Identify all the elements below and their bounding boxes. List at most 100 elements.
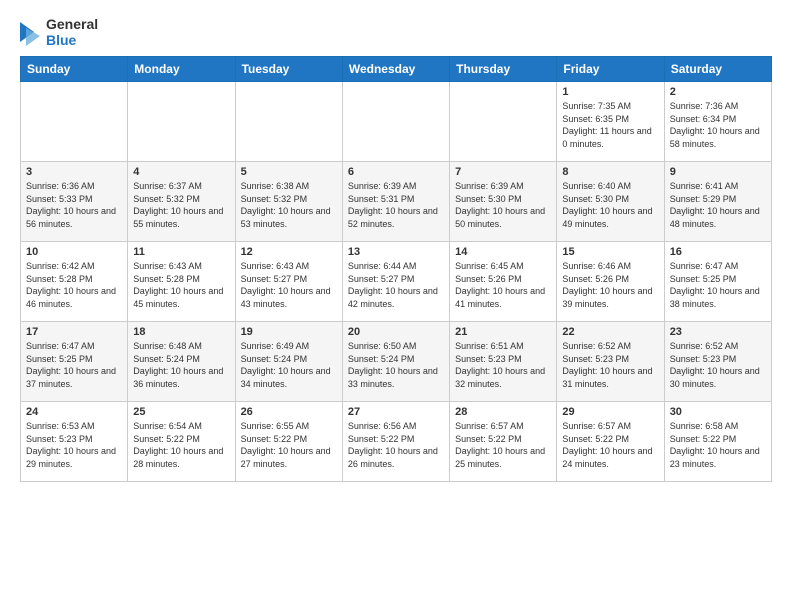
day-info: Sunrise: 6:55 AM Sunset: 5:22 PM Dayligh… — [241, 420, 337, 470]
calendar-cell: 3Sunrise: 6:36 AM Sunset: 5:33 PM Daylig… — [21, 162, 128, 242]
day-info: Sunrise: 6:51 AM Sunset: 5:23 PM Dayligh… — [455, 340, 551, 390]
day-number: 23 — [670, 326, 766, 338]
calendar-cell: 29 Sunrise: 6:57 AM Sunset: 5:22 PM Dayli… — [557, 402, 664, 482]
calendar-cell: 28 Sunrise: 6:57 AM Sunset: 5:22 PM Dayli… — [450, 402, 557, 482]
calendar-cell: 26 Sunrise: 6:55 AM Sunset: 5:22 PM Dayli… — [235, 402, 342, 482]
logo-blue-text: Blue — [46, 32, 98, 48]
weekday-header-thursday: Thursday — [450, 57, 557, 82]
day-number: 2 — [670, 86, 766, 98]
day-number: 19 — [241, 326, 337, 338]
day-info: Sunrise: 6:40 AM Sunset: 5:30 PM Dayligh… — [562, 180, 658, 230]
calendar-cell: 15Sunrise: 6:46 AM Sunset: 5:26 PM Dayli… — [557, 242, 664, 322]
calendar-cell: 17 Sunrise: 6:47 AM Sunset: 5:25 PM Dayli… — [21, 322, 128, 402]
day-number: 22 — [562, 326, 658, 338]
day-number: 12 — [241, 246, 337, 258]
calendar-cell: 21 Sunrise: 6:51 AM Sunset: 5:23 PM Dayli… — [450, 322, 557, 402]
weekday-header-wednesday: Wednesday — [342, 57, 449, 82]
calendar-cell: 16 Sunrise: 6:47 AM Sunset: 5:25 PM Dayli… — [664, 242, 771, 322]
calendar-cell: 6Sunrise: 6:39 AM Sunset: 5:31 PM Daylig… — [342, 162, 449, 242]
day-info: Sunrise: 6:45 AM Sunset: 5:26 PM Dayligh… — [455, 260, 551, 310]
day-number: 29 — [562, 406, 658, 418]
calendar-cell: 12 Sunrise: 6:43 AM Sunset: 5:27 PM Dayli… — [235, 242, 342, 322]
day-number: 7 — [455, 166, 551, 178]
calendar: SundayMondayTuesdayWednesdayThursdayFrid… — [20, 56, 772, 482]
calendar-cell: 9 Sunrise: 6:41 AM Sunset: 5:29 PM Daylig… — [664, 162, 771, 242]
calendar-cell: 20Sunrise: 6:50 AM Sunset: 5:24 PM Dayli… — [342, 322, 449, 402]
calendar-week-row: 24 Sunrise: 6:53 AM Sunset: 5:23 PM Dayli… — [21, 402, 772, 482]
day-info: Sunrise: 6:36 AM Sunset: 5:33 PM Dayligh… — [26, 180, 122, 230]
calendar-cell: 5Sunrise: 6:38 AM Sunset: 5:32 PM Daylig… — [235, 162, 342, 242]
day-number: 18 — [133, 326, 229, 338]
weekday-header-saturday: Saturday — [664, 57, 771, 82]
day-number: 4 — [133, 166, 229, 178]
calendar-cell: 13Sunrise: 6:44 AM Sunset: 5:27 PM Dayli… — [342, 242, 449, 322]
day-number: 17 — [26, 326, 122, 338]
day-info: Sunrise: 6:47 AM Sunset: 5:25 PM Dayligh… — [26, 340, 122, 390]
day-number: 1 — [562, 86, 658, 98]
day-info: Sunrise: 7:36 AM Sunset: 6:34 PM Dayligh… — [670, 100, 766, 150]
calendar-cell: 25 Sunrise: 6:54 AM Sunset: 5:22 PM Dayli… — [128, 402, 235, 482]
day-number: 24 — [26, 406, 122, 418]
day-info: Sunrise: 6:57 AM Sunset: 5:22 PM Dayligh… — [455, 420, 551, 470]
day-info: Sunrise: 6:54 AM Sunset: 5:22 PM Dayligh… — [133, 420, 229, 470]
calendar-cell — [128, 82, 235, 162]
calendar-cell: 2 Sunrise: 7:36 AM Sunset: 6:34 PM Daylig… — [664, 82, 771, 162]
calendar-cell: 11 Sunrise: 6:43 AM Sunset: 5:28 PM Dayli… — [128, 242, 235, 322]
weekday-header-friday: Friday — [557, 57, 664, 82]
day-number: 9 — [670, 166, 766, 178]
page: General Blue SundayMondayTuesdayWednesda… — [0, 0, 792, 498]
day-number: 5 — [241, 166, 337, 178]
day-info: Sunrise: 6:43 AM Sunset: 5:28 PM Dayligh… — [133, 260, 229, 310]
logo-triangle-icon — [20, 18, 42, 46]
day-info: Sunrise: 6:46 AM Sunset: 5:26 PM Dayligh… — [562, 260, 658, 310]
calendar-cell: 10 Sunrise: 6:42 AM Sunset: 5:28 PM Dayli… — [21, 242, 128, 322]
calendar-week-row: 1 Sunrise: 7:35 AM Sunset: 6:35 PM Daylig… — [21, 82, 772, 162]
calendar-cell: 24 Sunrise: 6:53 AM Sunset: 5:23 PM Dayli… — [21, 402, 128, 482]
calendar-cell: 4 Sunrise: 6:37 AM Sunset: 5:32 PM Daylig… — [128, 162, 235, 242]
day-number: 26 — [241, 406, 337, 418]
day-info: Sunrise: 6:47 AM Sunset: 5:25 PM Dayligh… — [670, 260, 766, 310]
day-info: Sunrise: 6:57 AM Sunset: 5:22 PM Dayligh… — [562, 420, 658, 470]
day-number: 16 — [670, 246, 766, 258]
day-info: Sunrise: 6:58 AM Sunset: 5:22 PM Dayligh… — [670, 420, 766, 470]
day-info: Sunrise: 7:35 AM Sunset: 6:35 PM Dayligh… — [562, 100, 658, 150]
day-number: 11 — [133, 246, 229, 258]
day-number: 14 — [455, 246, 551, 258]
calendar-cell: 23Sunrise: 6:52 AM Sunset: 5:23 PM Dayli… — [664, 322, 771, 402]
day-info: Sunrise: 6:37 AM Sunset: 5:32 PM Dayligh… — [133, 180, 229, 230]
calendar-week-row: 10 Sunrise: 6:42 AM Sunset: 5:28 PM Dayli… — [21, 242, 772, 322]
day-number: 8 — [562, 166, 658, 178]
weekday-header-tuesday: Tuesday — [235, 57, 342, 82]
day-info: Sunrise: 6:52 AM Sunset: 5:23 PM Dayligh… — [562, 340, 658, 390]
logo-container: General Blue — [20, 16, 98, 48]
day-number: 6 — [348, 166, 444, 178]
calendar-cell: 8 Sunrise: 6:40 AM Sunset: 5:30 PM Daylig… — [557, 162, 664, 242]
day-info: Sunrise: 6:43 AM Sunset: 5:27 PM Dayligh… — [241, 260, 337, 310]
day-number: 10 — [26, 246, 122, 258]
calendar-cell: 14 Sunrise: 6:45 AM Sunset: 5:26 PM Dayli… — [450, 242, 557, 322]
day-number: 27 — [348, 406, 444, 418]
weekday-header-sunday: Sunday — [21, 57, 128, 82]
calendar-cell: 27Sunrise: 6:56 AM Sunset: 5:22 PM Dayli… — [342, 402, 449, 482]
day-number: 21 — [455, 326, 551, 338]
day-info: Sunrise: 6:53 AM Sunset: 5:23 PM Dayligh… — [26, 420, 122, 470]
logo-general-text: General — [46, 16, 98, 32]
day-info: Sunrise: 6:49 AM Sunset: 5:24 PM Dayligh… — [241, 340, 337, 390]
day-number: 30 — [670, 406, 766, 418]
day-info: Sunrise: 6:48 AM Sunset: 5:24 PM Dayligh… — [133, 340, 229, 390]
calendar-cell: 7 Sunrise: 6:39 AM Sunset: 5:30 PM Daylig… — [450, 162, 557, 242]
day-number: 20 — [348, 326, 444, 338]
calendar-cell — [21, 82, 128, 162]
day-number: 28 — [455, 406, 551, 418]
weekday-header-monday: Monday — [128, 57, 235, 82]
calendar-cell — [450, 82, 557, 162]
calendar-cell: 30 Sunrise: 6:58 AM Sunset: 5:22 PM Dayli… — [664, 402, 771, 482]
calendar-week-row: 3Sunrise: 6:36 AM Sunset: 5:33 PM Daylig… — [21, 162, 772, 242]
day-info: Sunrise: 6:41 AM Sunset: 5:29 PM Dayligh… — [670, 180, 766, 230]
day-number: 25 — [133, 406, 229, 418]
day-info: Sunrise: 6:42 AM Sunset: 5:28 PM Dayligh… — [26, 260, 122, 310]
day-info: Sunrise: 6:39 AM Sunset: 5:30 PM Dayligh… — [455, 180, 551, 230]
calendar-week-row: 17 Sunrise: 6:47 AM Sunset: 5:25 PM Dayli… — [21, 322, 772, 402]
day-number: 13 — [348, 246, 444, 258]
calendar-cell — [235, 82, 342, 162]
